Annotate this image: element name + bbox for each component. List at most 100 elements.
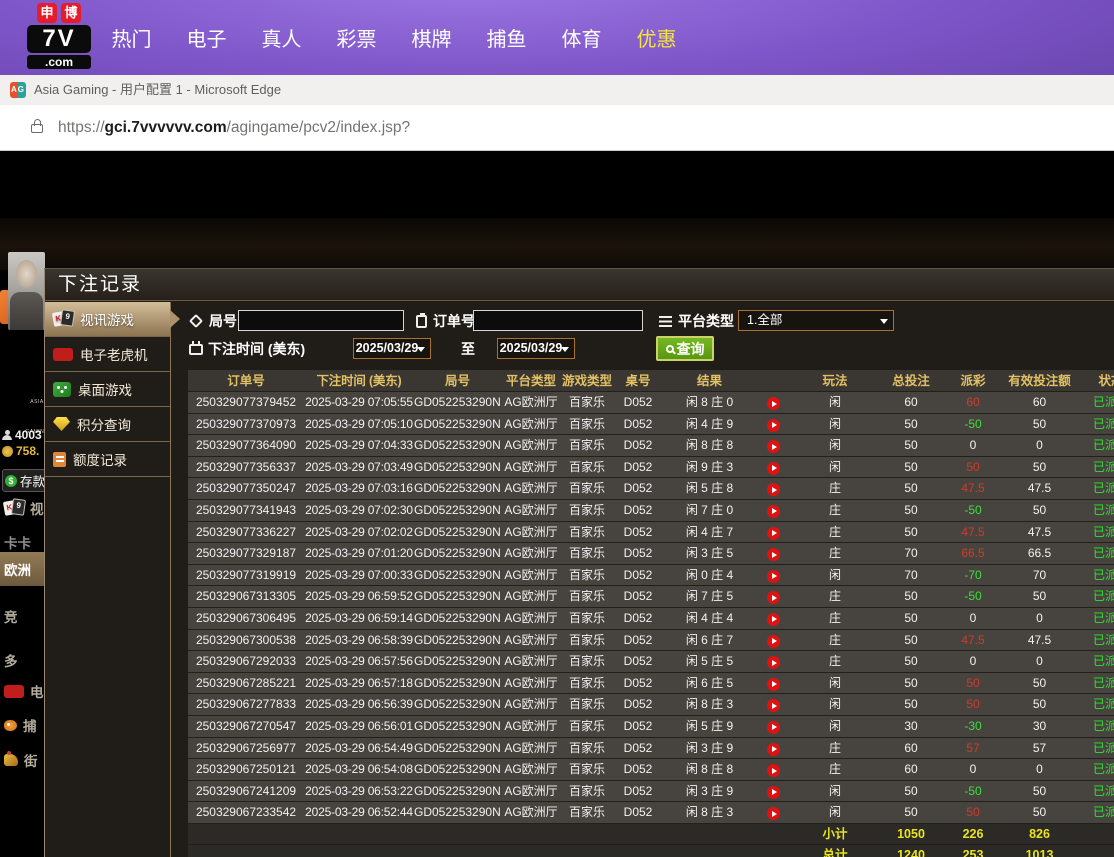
table-cell: 2025-03-29 06:59:14 — [304, 608, 414, 629]
table-cell: 闲 6 庄 7 — [663, 630, 756, 651]
nav-item[interactable]: 棋牌 — [394, 23, 469, 52]
sidebar-item[interactable]: 额度记录 — [45, 442, 170, 477]
play-button[interactable] — [767, 743, 780, 756]
table-cell — [756, 651, 791, 672]
table-cell: 2025-03-29 06:57:56 — [304, 651, 414, 672]
play-button[interactable] — [767, 807, 780, 820]
tag-icon — [189, 314, 203, 328]
sidebar-item-label: 积分查询 — [77, 414, 131, 434]
sidebar-item[interactable]: 桌面游戏 — [45, 372, 170, 407]
nav-item[interactable]: 彩票 — [319, 23, 394, 52]
table-cell: D052 — [613, 414, 663, 435]
site-logo[interactable]: 申 博 7V .com — [27, 3, 91, 69]
table-cell: 百家乐 — [561, 651, 613, 672]
play-button[interactable] — [767, 764, 780, 777]
table-cell: AG欧洲厅 — [501, 630, 561, 651]
nav-item[interactable]: 真人 — [244, 23, 319, 52]
play-button[interactable] — [767, 483, 780, 496]
nav-item[interactable]: 优惠 — [619, 23, 694, 52]
table-cell: 50 — [1003, 694, 1076, 715]
date-from-select[interactable]: 2025/03/29 — [353, 338, 431, 359]
table-cell: 已派彩 — [1076, 414, 1114, 435]
play-button[interactable] — [767, 721, 780, 734]
table-cell: 闲 6 庄 5 — [663, 673, 756, 694]
table-cell: 250329067270547 — [188, 716, 304, 737]
address-bar[interactable]: https://gci.7vvvvvv.com/agingame/pcv2/in… — [0, 105, 1114, 151]
play-button[interactable] — [767, 699, 780, 712]
url-text[interactable]: https://gci.7vvvvvv.com/agingame/pcv2/in… — [58, 105, 410, 151]
table-cell: D052 — [613, 392, 663, 413]
play-button[interactable] — [767, 678, 780, 691]
chevron-down-icon — [880, 319, 888, 324]
play-button[interactable] — [767, 656, 780, 669]
search-icon — [666, 345, 674, 353]
table-cell: 50 — [943, 673, 1003, 694]
table-cell: -50 — [943, 781, 1003, 802]
bet-table: 订单号下注时间 (美东)局号平台类型游戏类型桌号结果玩法总投注派彩有效投注额状态… — [188, 370, 1114, 857]
table-cell: GD052253290NS — [414, 522, 501, 543]
table-cell: 57 — [1003, 738, 1076, 759]
table-cell: 250329077370973 — [188, 414, 304, 435]
order-no-input[interactable] — [473, 310, 643, 331]
play-button[interactable] — [767, 440, 780, 453]
table-cell: 百家乐 — [561, 608, 613, 629]
table-cell: 250329077364090 — [188, 435, 304, 456]
nav-item[interactable]: 捕鱼 — [469, 23, 544, 52]
play-button[interactable] — [767, 570, 780, 583]
play-button[interactable] — [767, 397, 780, 410]
table-cell — [414, 845, 501, 857]
table-cell: 0 — [943, 435, 1003, 456]
table-cell: 0 — [1003, 651, 1076, 672]
table-cell: D052 — [613, 478, 663, 499]
round-no-input[interactable] — [238, 310, 404, 331]
table-cell: 闲 8 庄 8 — [663, 435, 756, 456]
table-cell: 50 — [879, 586, 943, 607]
table-cell — [756, 802, 791, 823]
subtotal-row: 小计1050226826 — [188, 824, 1114, 846]
sidebar-item[interactable]: 电子老虎机 — [45, 337, 170, 372]
sidebar-item[interactable]: 视讯游戏 — [45, 302, 170, 337]
table-cell: 250329067256977 — [188, 738, 304, 759]
table-cell — [304, 824, 414, 845]
table-row: 2503290672705472025-03-29 06:56:01GD0522… — [188, 716, 1114, 738]
deposit-button[interactable]: $存款 — [2, 469, 50, 492]
nav-item[interactable]: 体育 — [544, 23, 619, 52]
platform-type-select[interactable]: 1.全部 — [738, 310, 894, 331]
table-row: 2503290773709732025-03-29 07:05:10GD0522… — [188, 414, 1114, 436]
table-cell: 庄 — [791, 759, 879, 780]
table-cell: -70 — [943, 565, 1003, 586]
table-cell: 已派彩 — [1076, 759, 1114, 780]
date-to-select[interactable]: 2025/03/29 — [497, 338, 575, 359]
lock-icon[interactable] — [31, 124, 43, 133]
sidebar-item-label: 电子老虎机 — [80, 344, 148, 364]
play-button[interactable] — [767, 462, 780, 475]
table-cell: AG欧洲厅 — [501, 802, 561, 823]
url-scheme: https:// — [58, 119, 105, 136]
sidebar-item[interactable]: 积分查询 — [45, 407, 170, 442]
play-button[interactable] — [767, 548, 780, 561]
table-cell: 50 — [879, 630, 943, 651]
play-button[interactable] — [767, 527, 780, 540]
table-cell: 50 — [879, 478, 943, 499]
play-button[interactable] — [767, 419, 780, 432]
table-cell: 闲 5 庄 8 — [663, 478, 756, 499]
table-cell: 250329077341943 — [188, 500, 304, 521]
play-button[interactable] — [767, 635, 780, 648]
table-cell — [756, 500, 791, 521]
table-cell: 47.5 — [943, 630, 1003, 651]
list-icon — [659, 315, 672, 328]
table-cell: 2025-03-29 06:56:39 — [304, 694, 414, 715]
balance-row: 758. — [2, 444, 39, 458]
nav-item[interactable]: 热门 — [94, 23, 169, 52]
play-button[interactable] — [767, 613, 780, 626]
table-cell: 状态 — [1076, 370, 1114, 391]
play-button[interactable] — [767, 505, 780, 518]
search-button[interactable]: 查询 — [656, 336, 714, 361]
play-button[interactable] — [767, 786, 780, 799]
play-button[interactable] — [767, 591, 780, 604]
table-cell — [414, 824, 501, 845]
table-cell: GD052253290NT — [414, 500, 501, 521]
nav-item[interactable]: 电子 — [169, 23, 244, 52]
table-cell: 庄 — [791, 478, 879, 499]
table-row: 2503290673064952025-03-29 06:59:14GD0522… — [188, 608, 1114, 630]
